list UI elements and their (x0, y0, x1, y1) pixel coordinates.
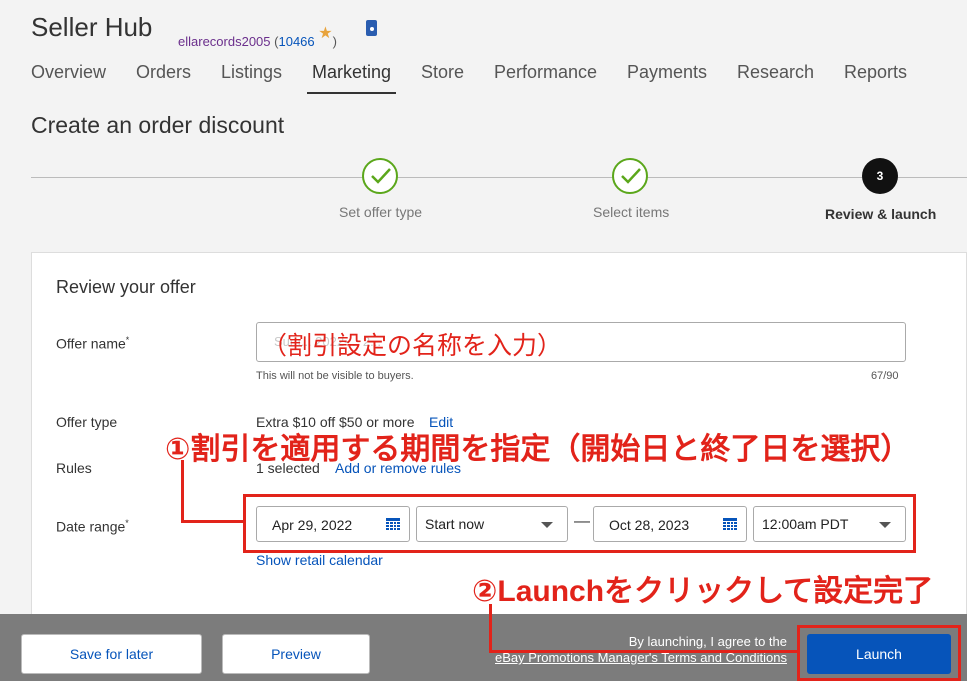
nav-research[interactable]: Research (737, 62, 814, 94)
end-time-select[interactable]: 12:00am PDT (753, 506, 906, 542)
step-2-checkmark-icon (612, 158, 648, 194)
calendar-icon[interactable] (723, 518, 737, 531)
date-range-label: Date range* (56, 518, 129, 535)
review-heading: Review your offer (56, 277, 196, 297)
app-title: Seller Hub (31, 12, 153, 42)
start-date-picker[interactable]: Apr 29, 2022 (256, 506, 410, 542)
page-title: Create an order discount (31, 112, 285, 138)
nav-store[interactable]: Store (421, 62, 464, 94)
show-retail-calendar-link[interactable]: Show retail calendar (256, 552, 383, 568)
nav-marketing[interactable]: Marketing (307, 62, 397, 94)
stepper-line (31, 177, 967, 178)
offer-name-hint: This will not be visible to buyers. (256, 370, 414, 382)
seller-hub-header: Seller Hub ellarecords2005 (10466 ★) Ove… (0, 0, 967, 98)
step-2-label: Select items (593, 204, 670, 220)
offer-name-counter: 67/90 (871, 370, 899, 382)
end-date-picker[interactable]: Oct 28, 2023 (593, 506, 747, 542)
step-1-checkmark-icon (362, 158, 398, 194)
seller-badge-icon[interactable] (366, 20, 377, 36)
seller-info: ellarecords2005 (10466 ★) (178, 25, 337, 51)
nav-reports[interactable]: Reports (844, 62, 907, 94)
start-time-select[interactable]: Start now (416, 506, 568, 542)
nav-listings[interactable]: Listings (221, 62, 282, 94)
save-for-later-button[interactable]: Save for later (21, 634, 202, 674)
annotation-connector-horizontal (181, 520, 244, 523)
end-time-value: 12:00am PDT (762, 516, 849, 532)
feedback-close-paren: ) (332, 34, 337, 49)
nav-performance[interactable]: Performance (494, 62, 597, 94)
annotation2-connector-horizontal (489, 650, 799, 653)
offer-name-label: Offer name* (56, 335, 130, 352)
step-1-label: Set offer type (339, 204, 423, 220)
start-time-value: Start now (425, 516, 485, 532)
rules-label: Rules (56, 460, 92, 476)
annotation2-connector-vertical (489, 604, 492, 652)
start-date-value: Apr 29, 2022 (272, 517, 353, 533)
offer-type-label: Offer type (56, 414, 118, 430)
agreement-text: By launching, I agree to the (628, 634, 787, 649)
annotation-connector-vertical (181, 460, 184, 523)
nav-orders[interactable]: Orders (136, 62, 191, 94)
annotation-name-note: （割引設定の名称を入力） (262, 332, 563, 360)
launch-button[interactable]: Launch (807, 634, 951, 674)
end-date-value: Oct 28, 2023 (609, 517, 690, 533)
chevron-down-icon (879, 522, 891, 528)
preview-button[interactable]: Preview (222, 634, 370, 674)
date-range-separator: — (574, 513, 590, 530)
nav-payments[interactable]: Payments (627, 62, 707, 94)
calendar-icon[interactable] (386, 518, 400, 531)
nav-overview[interactable]: Overview (31, 62, 106, 94)
rules-value: 1 selected (256, 460, 320, 476)
chevron-down-icon (541, 522, 553, 528)
feedback-score[interactable]: 10466 (278, 34, 314, 49)
star-icon: ★ (318, 25, 333, 42)
add-remove-rules-link[interactable]: Add or remove rules (335, 460, 461, 476)
step-3-number: 3 (862, 158, 898, 194)
seller-username[interactable]: ellarecords2005 (178, 34, 271, 49)
step-3-label: Review & launch (825, 206, 937, 222)
annotation-step2: ②Launchをクリックして設定完了 (472, 575, 934, 608)
